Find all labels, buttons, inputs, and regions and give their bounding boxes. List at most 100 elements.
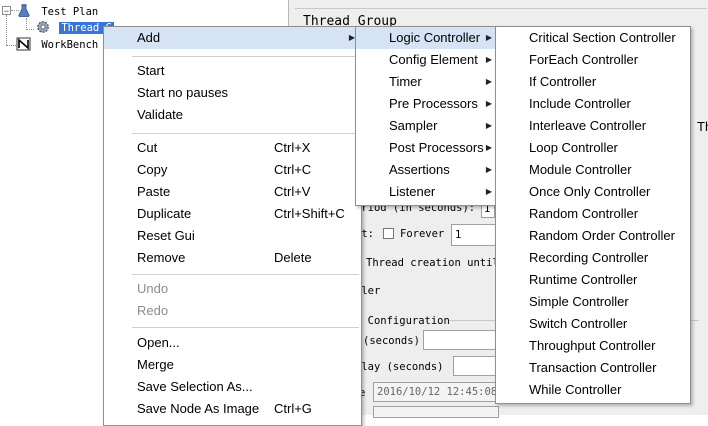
panel-divider: [295, 8, 707, 9]
menu-item-label: Duplicate: [137, 206, 192, 221]
context-menu-item-open[interactable]: Open...: [104, 332, 361, 354]
logic-controller-item-random-order-controller[interactable]: Random Order Controller: [496, 225, 690, 247]
logic-controller-item-interleave-controller[interactable]: Interleave Controller: [496, 115, 690, 137]
context-menu-item-duplicate[interactable]: Duplicate Ctrl+Shift+C: [104, 203, 361, 225]
logic-controller-item-switch-controller[interactable]: Switch Controller: [496, 313, 690, 335]
end-time-field[interactable]: [373, 406, 499, 418]
menu-item-label: Paste: [137, 184, 171, 199]
context-menu-item-start-no-pauses[interactable]: Start no pauses: [104, 82, 361, 104]
menu-item-label: Simple Controller: [529, 294, 629, 309]
menu-item-label: If Controller: [529, 74, 597, 89]
menu-separator: [132, 133, 359, 134]
menu-item-label: Save Selection As...: [137, 379, 253, 394]
add-submenu-item-assertions[interactable]: Assertions ▶: [356, 159, 498, 181]
logic-controller-item-critical-section-controller[interactable]: Critical Section Controller: [496, 27, 690, 49]
add-submenu-item-post-processors[interactable]: Post Processors ▶: [356, 137, 498, 159]
menu-item-label: Once Only Controller: [529, 184, 651, 199]
menu-item-shortcut: Delete: [274, 250, 312, 265]
add-submenu-item-listener[interactable]: Listener ▶: [356, 181, 498, 203]
logic-controller-item-random-controller[interactable]: Random Controller: [496, 203, 690, 225]
menu-item-label: Save Node As Image: [137, 401, 260, 416]
logic-controller-item-recording-controller[interactable]: Recording Controller: [496, 247, 690, 269]
context-menu-item-start[interactable]: Start: [104, 60, 361, 82]
menu-item-label: Post Processors: [389, 140, 484, 155]
logic-controller-submenu[interactable]: Critical Section Controller ForEach Contr…: [495, 26, 691, 404]
collapse-toggle[interactable]: −: [2, 6, 11, 16]
logic-controller-item-if-controller[interactable]: If Controller: [496, 71, 690, 93]
menu-item-shortcut: Ctrl+X: [274, 140, 311, 155]
logic-controller-item-transaction-controller[interactable]: Transaction Controller: [496, 357, 690, 379]
duration-field[interactable]: [423, 330, 499, 350]
scheduler-config-label: r Configuration: [355, 315, 450, 327]
menu-item-label: Random Controller: [529, 206, 639, 221]
delay-thread-creation-label: Thread creation until: [366, 257, 499, 269]
menu-item-label: Merge: [137, 357, 174, 372]
context-menu-item-merge[interactable]: Merge: [104, 354, 361, 376]
forever-checkbox[interactable]: [383, 228, 394, 239]
tree-node-label: WorkBench: [41, 39, 99, 51]
menu-item-label: Interleave Controller: [529, 118, 647, 133]
menu-item-label: Transaction Controller: [529, 360, 657, 375]
menu-item-label: Copy: [137, 162, 168, 177]
submenu-arrow-icon: ▶: [485, 143, 492, 152]
menu-item-label: Sampler: [389, 118, 438, 133]
submenu-arrow-icon: ▶: [485, 99, 492, 108]
logic-controller-item-while-controller[interactable]: While Controller: [496, 379, 690, 401]
context-menu[interactable]: Add ▶ Start Start no pauses Validate Cut Ctrl+…: [103, 26, 362, 426]
menu-item-label: Remove: [137, 250, 186, 265]
menu-item-label: Loop Controller: [529, 140, 618, 155]
tree-node-test-plan[interactable]: Test Plan: [18, 4, 98, 20]
menu-item-shortcut: Ctrl+V: [274, 184, 311, 199]
menu-item-label: Reset Gui: [137, 228, 195, 243]
forever-label: Forever: [400, 228, 445, 240]
menu-item-shortcut: Ctrl+Shift+C: [274, 206, 345, 221]
logic-controller-item-include-controller[interactable]: Include Controller: [496, 93, 690, 115]
add-submenu-item-pre-processors[interactable]: Pre Processors ▶: [356, 93, 498, 115]
right-edge-text: Th: [697, 119, 708, 134]
menu-item-label: Include Controller: [529, 96, 631, 111]
gear-icon: [36, 20, 50, 34]
submenu-arrow-icon: ▶: [485, 165, 492, 174]
context-menu-item-cut[interactable]: Cut Ctrl+X: [104, 137, 361, 159]
menu-item-label: Pre Processors: [389, 96, 478, 111]
submenu-arrow-icon: ▶: [485, 187, 492, 196]
menu-item-label: Random Order Controller: [529, 228, 675, 243]
menu-item-label: Critical Section Controller: [529, 30, 676, 45]
context-menu-item-reset-gui[interactable]: Reset Gui: [104, 225, 361, 247]
menu-item-label: Switch Controller: [529, 316, 628, 331]
context-menu-item-paste[interactable]: Paste Ctrl+V: [104, 181, 361, 203]
logic-controller-item-loop-controller[interactable]: Loop Controller: [496, 137, 690, 159]
startup-delay-field[interactable]: [453, 356, 499, 376]
loop-count-field[interactable]: 1: [451, 224, 499, 246]
add-submenu-item-timer[interactable]: Timer ▶: [356, 71, 498, 93]
start-time-field[interactable]: 2016/10/12 12:45:08: [373, 382, 499, 402]
logic-controller-item-runtime-controller[interactable]: Runtime Controller: [496, 269, 690, 291]
context-menu-item-validate[interactable]: Validate: [104, 104, 361, 126]
tree-line: [6, 45, 16, 46]
menu-separator: [132, 56, 359, 57]
menu-item-label: Validate: [137, 107, 184, 122]
logic-controller-item-module-controller[interactable]: Module Controller: [496, 159, 690, 181]
context-menu-item-save-node-as-image[interactable]: Save Node As Image Ctrl+G: [104, 398, 361, 420]
menu-item-label: Open...: [137, 335, 180, 350]
add-submenu[interactable]: Logic Controller ▶ Config Element ▶ Timer ▶ Pr…: [355, 26, 499, 206]
submenu-arrow-icon: ▶: [485, 77, 492, 86]
context-menu-item-save-selection-as[interactable]: Save Selection As...: [104, 376, 361, 398]
context-menu-item-copy[interactable]: Copy Ctrl+C: [104, 159, 361, 181]
menu-separator: [132, 327, 359, 328]
menu-item-label: Cut: [137, 140, 158, 155]
tree-node-workbench[interactable]: WorkBench: [16, 37, 98, 53]
add-submenu-item-config-element[interactable]: Config Element ▶: [356, 49, 498, 71]
logic-controller-item-simple-controller[interactable]: Simple Controller: [496, 291, 690, 313]
context-menu-item-add[interactable]: Add ▶: [104, 27, 361, 49]
add-submenu-item-sampler[interactable]: Sampler ▶: [356, 115, 498, 137]
context-menu-item-undo: Undo: [104, 278, 361, 300]
context-menu-item-remove[interactable]: Remove Delete: [104, 247, 361, 269]
logic-controller-item-foreach-controller[interactable]: ForEach Controller: [496, 49, 690, 71]
logic-controller-item-throughput-controller[interactable]: Throughput Controller: [496, 335, 690, 357]
tree-node-label: Test Plan: [41, 6, 99, 18]
logic-controller-item-once-only-controller[interactable]: Once Only Controller: [496, 181, 690, 203]
menu-item-label: Timer: [389, 74, 422, 89]
add-submenu-item-logic-controller[interactable]: Logic Controller ▶: [356, 27, 498, 49]
menu-item-label: Throughput Controller: [529, 338, 656, 353]
